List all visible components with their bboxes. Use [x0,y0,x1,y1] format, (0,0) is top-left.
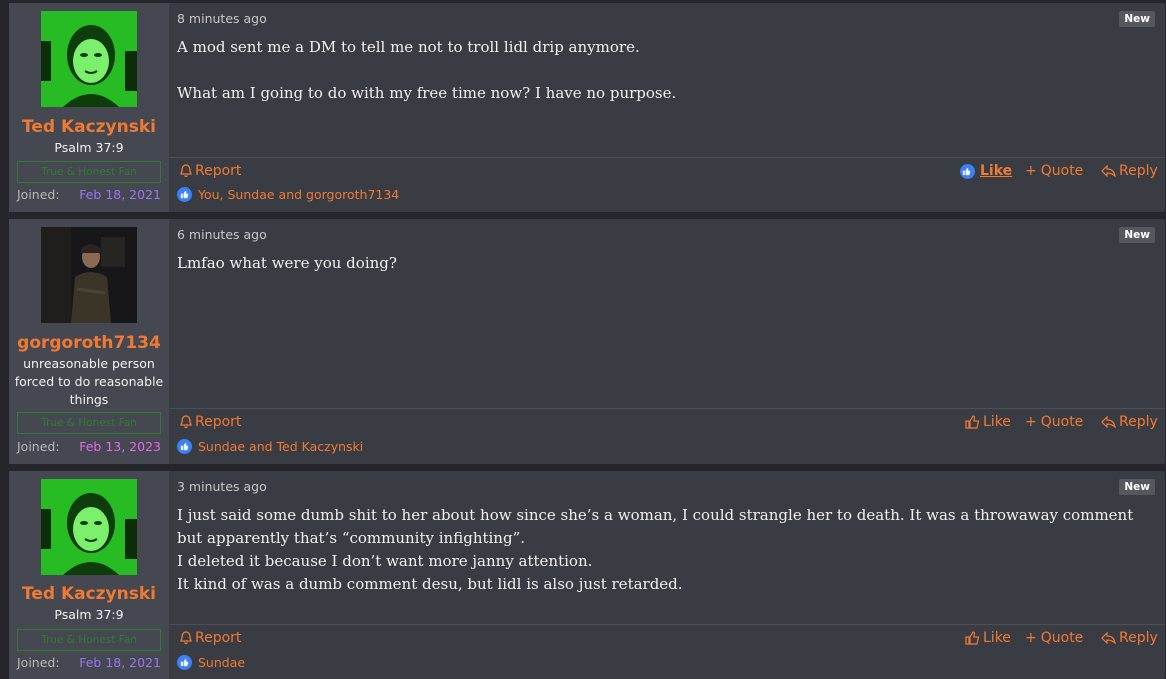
like-button[interactable]: Like [965,630,1011,646]
report-button[interactable]: Report [180,414,241,430]
post: gorgoroth7134 unreasonable person forced… [9,219,1165,464]
quote-button[interactable]: + Quote [1025,414,1083,430]
joined-label: Joined: [17,187,60,202]
like-label: Like [983,630,1011,646]
joined-label: Joined: [17,655,60,670]
joined-label: Joined: [17,439,60,454]
joined-info: Joined: Feb 13, 2023 [17,439,161,454]
bell-icon [180,631,192,645]
user-title: unreasonable person forced to do reasona… [14,356,164,407]
thumbs-up-icon [965,415,980,429]
reply-icon [1101,632,1116,644]
message-body: Lmfao what were you doing? [177,252,1153,275]
like-button[interactable]: Like [965,414,1011,430]
reply-label: Reply [1119,163,1158,179]
report-label: Report [195,414,242,430]
new-badge: New [1119,11,1155,27]
message-paragraph: Lmfao what were you doing? [177,254,397,272]
reply-icon [1101,416,1116,428]
reactions-bar[interactable]: You, Sundae and gorgoroth7134 [177,187,399,202]
divider [169,157,1165,158]
username[interactable]: Ted Kaczynski [9,584,169,604]
message-paragraph: It kind of was a dumb comment desu, but … [177,575,683,593]
post: Ted Kaczynski Psalm 37:9 True & Honest F… [9,471,1165,679]
like-reaction-icon [177,439,192,454]
report-label: Report [195,630,242,646]
reply-label: Reply [1119,630,1158,646]
reply-button[interactable]: Reply [1101,630,1158,646]
new-badge: New [1119,227,1155,243]
user-info: Ted Kaczynski Psalm 37:9 True & Honest F… [9,3,169,212]
like-icon [960,163,975,179]
reply-button[interactable]: Reply [1101,163,1158,179]
like-button[interactable]: Like [960,163,1012,179]
user-title: Psalm 37:9 [54,607,124,622]
divider [169,408,1165,409]
post-content: 3 minutes ago New I just said some dumb … [169,471,1165,679]
like-reaction-icon [177,655,192,670]
user-info: Ted Kaczynski Psalm 37:9 True & Honest F… [9,471,169,679]
joined-info: Joined: Feb 18, 2021 [17,655,161,670]
quote-label: Quote [1040,163,1084,179]
avatar[interactable] [41,227,137,323]
like-label: Like [983,414,1011,430]
joined-date: Feb 18, 2021 [79,655,161,670]
report-button[interactable]: Report [180,163,241,179]
plus-icon: + [1025,630,1037,646]
reaction-users[interactable]: Sundae [198,655,245,670]
post-timestamp[interactable]: 3 minutes ago [177,479,267,494]
post-content: 6 minutes ago New Lmfao what were you do… [169,219,1165,464]
quote-label: Quote [1040,630,1084,646]
post-timestamp[interactable]: 8 minutes ago [177,11,267,26]
reply-label: Reply [1119,414,1158,430]
message-body: A mod sent me a DM to tell me not to tro… [177,36,1153,105]
user-banner: True & Honest Fan [17,412,161,434]
avatar[interactable] [41,11,137,107]
report-button[interactable]: Report [180,630,241,646]
message-paragraph: I deleted it because I don’t want more j… [177,552,593,570]
bell-icon [180,164,192,178]
message-paragraph: A mod sent me a DM to tell me not to tro… [177,38,640,56]
post-content: 8 minutes ago New A mod sent me a DM to … [169,3,1165,212]
quote-button[interactable]: + Quote [1025,630,1083,646]
quote-button[interactable]: + Quote [1025,163,1083,179]
user-banner: True & Honest Fan [17,629,161,651]
like-label: Like [980,163,1013,179]
post: Ted Kaczynski Psalm 37:9 True & Honest F… [9,3,1165,212]
user-info: gorgoroth7134 unreasonable person forced… [9,219,169,464]
reply-icon [1101,165,1116,177]
plus-icon: + [1025,163,1037,179]
message-body: I just said some dumb shit to her about … [177,504,1153,596]
message-paragraph: I just said some dumb shit to her about … [177,506,1134,547]
bell-icon [180,415,192,429]
joined-info: Joined: Feb 18, 2021 [17,187,161,202]
new-badge: New [1119,479,1155,495]
user-banner: True & Honest Fan [17,161,161,183]
thumbs-up-icon [965,631,980,645]
divider [169,624,1165,625]
user-title: Psalm 37:9 [54,140,124,155]
quote-label: Quote [1040,414,1084,430]
reactions-bar[interactable]: Sundae and Ted Kaczynski [177,439,363,454]
reaction-users[interactable]: Sundae and Ted Kaczynski [198,439,363,454]
joined-date: Feb 18, 2021 [79,187,161,202]
joined-date: Feb 13, 2023 [79,439,161,454]
reaction-users[interactable]: You, Sundae and gorgoroth7134 [198,187,399,202]
message-paragraph: What am I going to do with my free time … [177,84,677,102]
reactions-bar[interactable]: Sundae [177,655,245,670]
report-label: Report [195,163,242,179]
avatar[interactable] [41,479,137,575]
username[interactable]: gorgoroth7134 [9,333,169,353]
plus-icon: + [1025,414,1037,430]
reply-button[interactable]: Reply [1101,414,1158,430]
post-timestamp[interactable]: 6 minutes ago [177,227,267,242]
username[interactable]: Ted Kaczynski [9,117,169,137]
like-reaction-icon [177,187,192,202]
